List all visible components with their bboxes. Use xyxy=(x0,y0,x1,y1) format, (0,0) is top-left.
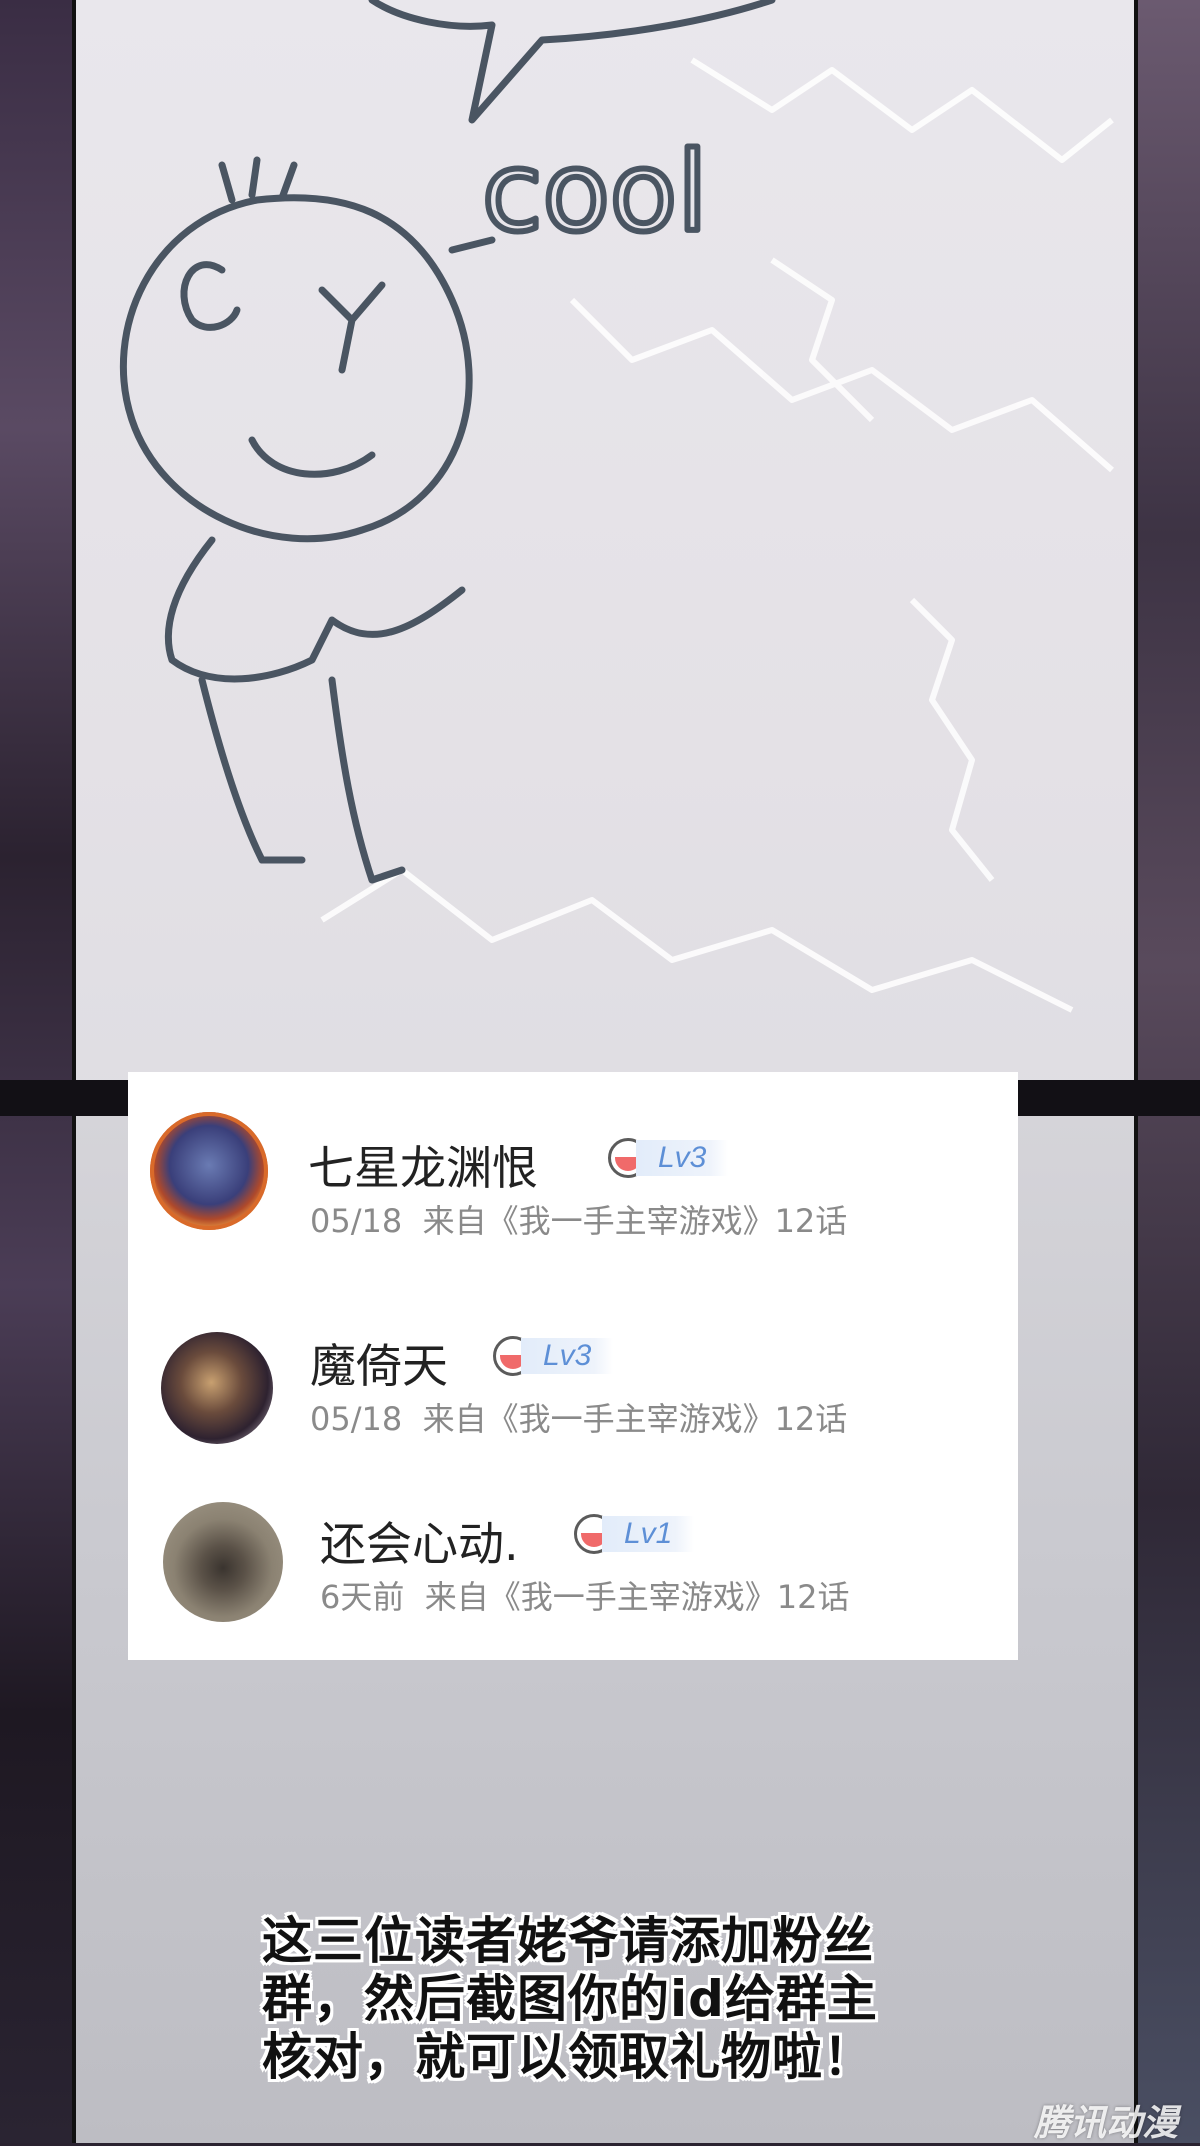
comment-row[interactable]: 七星龙渊恨 Lv3 05/18 来自《我一手主宰游戏》12话 xyxy=(128,1072,1018,1272)
comment-meta: 05/18 来自《我一手主宰游戏》12话 xyxy=(310,1196,847,1242)
hair xyxy=(218,156,298,204)
stick-figure-doodle: cool xyxy=(120,0,1114,1013)
avatar[interactable] xyxy=(161,1332,273,1444)
comment-meta: 05/18 来自《我一手主宰游戏》12话 xyxy=(310,1394,847,1440)
level-text: Lv3 xyxy=(636,1140,729,1176)
right-border-art xyxy=(1138,0,1200,2143)
avatar[interactable] xyxy=(150,1112,268,1230)
username[interactable]: 魔倚天 xyxy=(310,1330,448,1396)
watermark-logo: 腾讯动漫 xyxy=(1033,2103,1178,2144)
comment-list-card: 七星龙渊恨 Lv3 05/18 来自《我一手主宰游戏》12话 魔倚天 Lv3 0… xyxy=(128,1072,1018,1660)
left-border-art xyxy=(0,0,72,2143)
comment-row[interactable]: 魔倚天 Lv3 05/18 来自《我一手主宰游戏》12话 xyxy=(128,1322,1018,1472)
avatar[interactable] xyxy=(163,1502,283,1622)
caption-text: 这三位读者姥爷请添加粉丝群，然后截图你的id给群主核对，就可以领取礼物啦！ xyxy=(262,1912,878,2086)
comment-source: 来自《我一手主宰游戏》12话 xyxy=(422,1400,848,1438)
comment-date: 05/18 xyxy=(310,1202,403,1240)
mouth xyxy=(248,436,376,478)
eye-right xyxy=(318,281,386,374)
comment-row[interactable]: 还会心动. Lv1 6天前 来自《我一手主宰游戏》12话 xyxy=(128,1492,1018,1652)
legs xyxy=(198,676,406,884)
cool-text: cool xyxy=(482,128,708,256)
level-text: Lv1 xyxy=(602,1516,695,1552)
comment-date: 05/18 xyxy=(310,1400,403,1438)
comment-date: 6天前 xyxy=(320,1578,405,1616)
comment-meta: 6天前 来自《我一手主宰游戏》12话 xyxy=(320,1572,849,1618)
username[interactable]: 七星龙渊恨 xyxy=(308,1132,538,1198)
lightning-outline xyxy=(770,257,995,882)
level-text: Lv3 xyxy=(521,1338,614,1374)
eye-left xyxy=(180,261,241,331)
lightning-outline xyxy=(320,57,1114,1013)
speech-bubble xyxy=(368,0,776,124)
comment-source: 来自《我一手主宰游戏》12话 xyxy=(422,1202,848,1240)
username[interactable]: 还会心动. xyxy=(320,1508,519,1574)
comment-source: 来自《我一手主宰游戏》12话 xyxy=(424,1578,850,1616)
head xyxy=(120,194,473,543)
body xyxy=(164,536,466,683)
